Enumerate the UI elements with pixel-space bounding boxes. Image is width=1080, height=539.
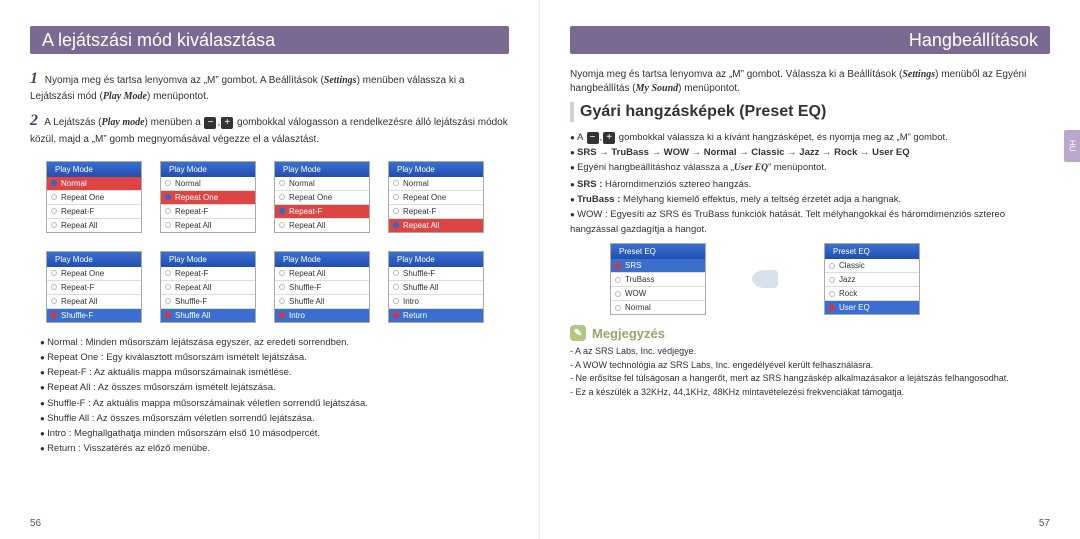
- play-mode-menu: Play ModeRepeat-FRepeat AllShuffle-FShuf…: [160, 251, 256, 323]
- menu-row: Normal: [47, 177, 141, 191]
- menu-row: WOW: [611, 287, 705, 301]
- section-heading: Gyári hangzásképek (Preset EQ): [570, 102, 1050, 122]
- menu-row: Repeat All: [161, 219, 255, 232]
- bullet-item: Normal : Minden műsorszám lejátszása egy…: [40, 335, 509, 350]
- menu-row: Shuffle All: [275, 295, 369, 309]
- bullet-item: Intro : Meghallgathatja minden műsorszám…: [40, 426, 509, 441]
- menu-row: Repeat All: [275, 219, 369, 232]
- menu-row: Repeat-F: [47, 281, 141, 295]
- menu-row: Repeat All: [47, 219, 141, 232]
- bullet-item: Shuffle All : Az összes műsorszám véletl…: [40, 411, 509, 426]
- menu-row: Normal: [611, 301, 705, 314]
- note-line: A az SRS Labs, Inc. védjegye.: [570, 345, 1050, 359]
- menu-grid: Play ModeNormalRepeat OneRepeat-FRepeat …: [46, 161, 509, 323]
- note-line: A WOW technológia az SRS Labs, Inc. enge…: [570, 359, 1050, 373]
- left-bullets: Normal : Minden műsorszám lejátszása egy…: [40, 335, 509, 457]
- menu-row: Classic: [825, 259, 919, 273]
- menu-row: Intro: [389, 295, 483, 309]
- menu-row: Jazz: [825, 273, 919, 287]
- menu-row: Repeat All: [161, 281, 255, 295]
- plus-icon: +: [221, 117, 233, 129]
- left-page: A lejátszási mód kiválasztása 1 Nyomja m…: [0, 0, 540, 539]
- menu-row: Shuffle All: [389, 281, 483, 295]
- menu-row: Normal: [389, 177, 483, 191]
- menu-row: Shuffle-F: [275, 281, 369, 295]
- page-number-right: 57: [1039, 518, 1050, 529]
- menu-row: Repeat One: [161, 191, 255, 205]
- step-2: 2 A Lejátszás (Play mode) menüben a −,+ …: [30, 110, 509, 146]
- minus-icon: −: [587, 132, 599, 144]
- bullet-item: Repeat All : Az összes műsorszám ismétel…: [40, 380, 509, 395]
- menu-row: Repeat One: [47, 191, 141, 205]
- menu-row: SRS: [611, 259, 705, 273]
- notes-list: A az SRS Labs, Inc. védjegye.A WOW techn…: [570, 345, 1050, 399]
- right-page: Hangbeállítások HU Nyomja meg és tartsa …: [540, 0, 1080, 539]
- bullet-item: Shuffle-F : Az aktuális mappa műsorszáma…: [40, 396, 509, 411]
- eq-menu-1: Preset EQ SRSTruBassWOWNormal: [610, 243, 706, 315]
- arrow-icon: [752, 270, 778, 288]
- play-mode-menu: Play ModeNormalRepeat OneRepeat-FRepeat …: [46, 161, 142, 233]
- menu-row: Repeat One: [47, 267, 141, 281]
- menu-row: Repeat-F: [47, 205, 141, 219]
- menu-row: Repeat All: [389, 219, 483, 232]
- menu-row: Repeat-F: [161, 205, 255, 219]
- menu-row: Return: [389, 309, 483, 322]
- right-title: Hangbeállítások: [570, 26, 1050, 54]
- play-mode-menu: Play ModeRepeat OneRepeat-FRepeat AllShu…: [46, 251, 142, 323]
- menu-row: Rock: [825, 287, 919, 301]
- minus-icon: −: [204, 117, 216, 129]
- menu-row: Normal: [161, 177, 255, 191]
- menu-row: Repeat-F: [389, 205, 483, 219]
- menu-row: Shuffle-F: [389, 267, 483, 281]
- menu-row: TruBass: [611, 273, 705, 287]
- menu-row: Shuffle All: [161, 309, 255, 322]
- step-1: 1 Nyomja meg és tartsa lenyomva az „M” g…: [30, 68, 509, 104]
- page-number-left: 56: [30, 518, 41, 529]
- menu-row: User EQ: [825, 301, 919, 314]
- menu-row: Repeat All: [275, 267, 369, 281]
- note-header: ✎ Megjegyzés: [570, 325, 1050, 341]
- menu-row: Shuffle-F: [47, 309, 141, 322]
- menu-row: Intro: [275, 309, 369, 322]
- menu-row: Repeat-F: [275, 205, 369, 219]
- menu-row: Normal: [275, 177, 369, 191]
- bullet-item: Repeat-F : Az aktuális mappa műsorszámai…: [40, 365, 509, 380]
- play-mode-menu: Play ModeShuffle-FShuffle AllIntroReturn: [388, 251, 484, 323]
- note-icon: ✎: [570, 325, 586, 341]
- plus-icon: +: [603, 132, 615, 144]
- play-mode-menu: Play ModeNormalRepeat OneRepeat-FRepeat …: [388, 161, 484, 233]
- note-line: Ez a készülék a 32KHz, 44,1KHz, 48KHz mi…: [570, 386, 1050, 400]
- right-bullets: A −,+ gombokkal válassza ki a kívánt han…: [570, 130, 1050, 237]
- play-mode-menu: Play ModeNormalRepeat OneRepeat-FRepeat …: [160, 161, 256, 233]
- note-line: Ne erősítse fel túlságosan a hangerőt, m…: [570, 372, 1050, 386]
- left-title: A lejátszási mód kiválasztása: [30, 26, 509, 54]
- right-intro: Nyomja meg és tartsa lenyomva az „M” gom…: [570, 68, 1050, 96]
- eq-menus: Preset EQ SRSTruBassWOWNormal Preset EQ …: [610, 243, 1050, 315]
- bullet-item: Repeat One : Egy kiválasztott műsorszám …: [40, 350, 509, 365]
- menu-row: Shuffle-F: [161, 295, 255, 309]
- hu-tab: HU: [1064, 130, 1080, 162]
- menu-row: Repeat-F: [161, 267, 255, 281]
- bullet-item: Return : Visszatérés az előző menübe.: [40, 441, 509, 456]
- menu-row: Repeat One: [275, 191, 369, 205]
- play-mode-menu: Play ModeNormalRepeat OneRepeat-FRepeat …: [274, 161, 370, 233]
- menu-row: Repeat One: [389, 191, 483, 205]
- eq-menu-2: Preset EQ ClassicJazzRockUser EQ: [824, 243, 920, 315]
- menu-row: Repeat All: [47, 295, 141, 309]
- play-mode-menu: Play ModeRepeat AllShuffle-FShuffle AllI…: [274, 251, 370, 323]
